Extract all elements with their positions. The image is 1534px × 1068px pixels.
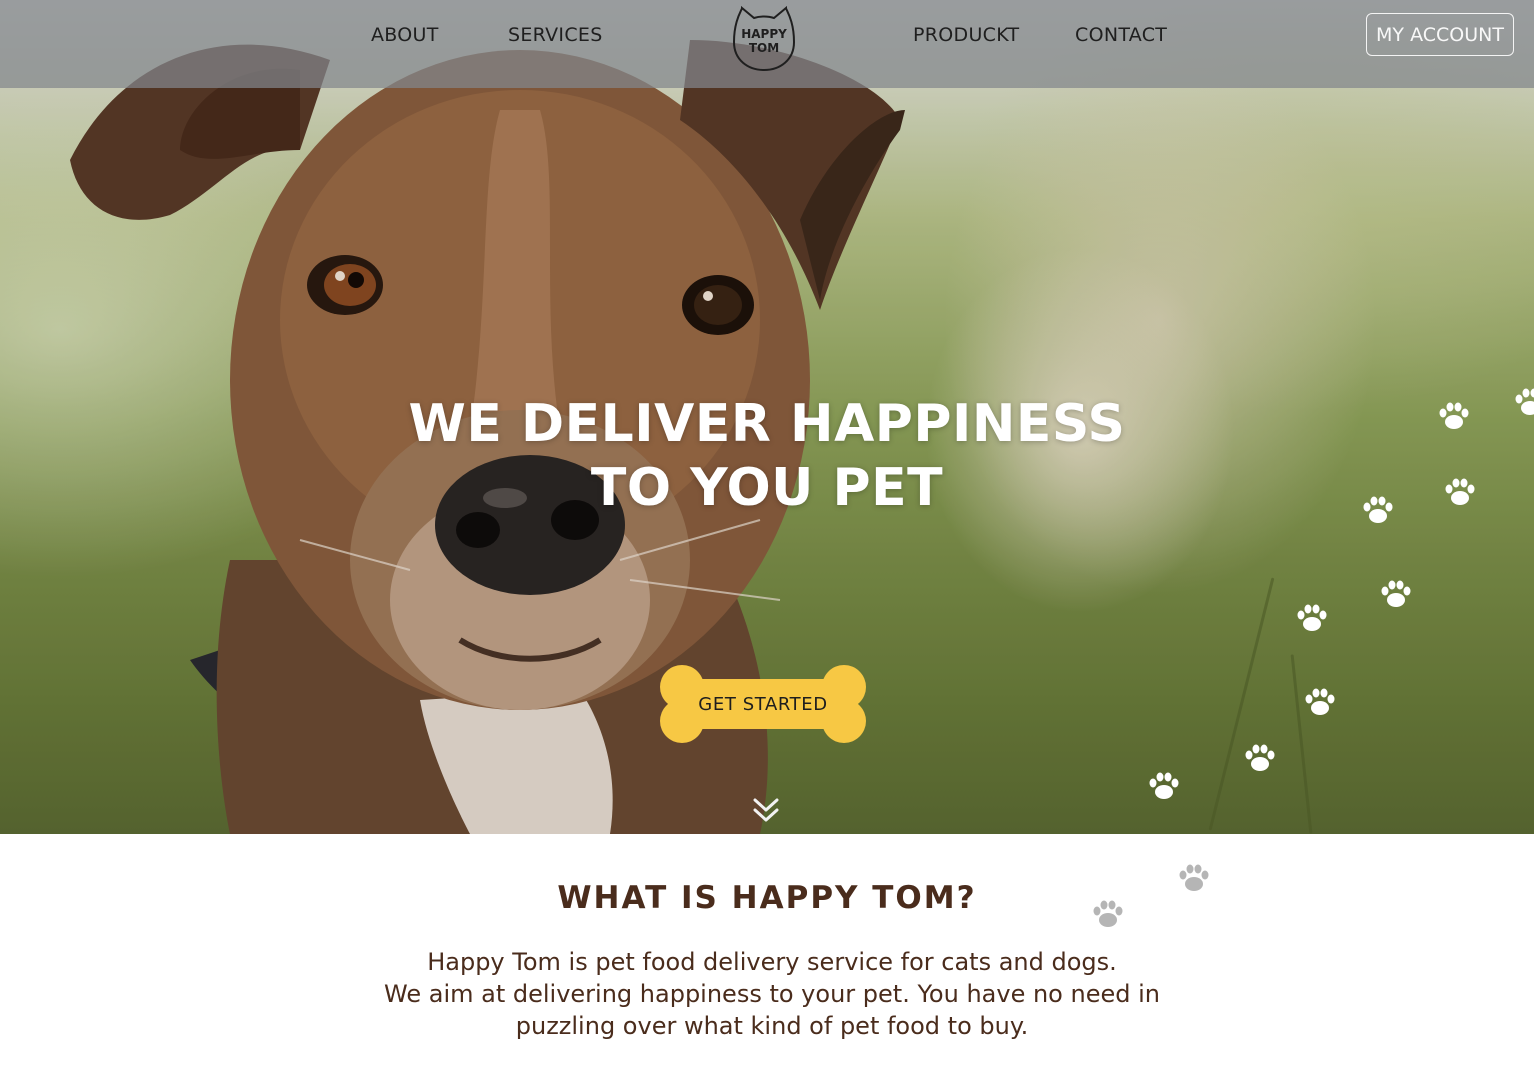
get-started-button[interactable]: GET STARTED [658, 665, 868, 743]
logo-text-happy: HAPPY [741, 27, 787, 41]
about-line: We aim at delivering happiness to your p… [384, 980, 1160, 1008]
paw-print-icon [1149, 772, 1179, 799]
about-description: Happy Tom is pet food delivery service f… [310, 946, 1234, 1042]
top-navbar: ABOUT SERVICES HAPPY TOM PRODUCKT CONTAC… [0, 0, 1534, 88]
paw-print-icon [1363, 496, 1393, 523]
hero-headline-line: TO YOU PET [590, 458, 944, 518]
happy-tom-logo[interactable]: HAPPY TOM [728, 4, 800, 72]
paw-print-icon [1515, 388, 1534, 415]
about-line: puzzling over what kind of pet food to b… [515, 1012, 1029, 1040]
paw-print-icon [1297, 604, 1327, 631]
hero-headline-line: WE DELIVER HAPPINESS [408, 394, 1126, 454]
double-chevron-down-icon[interactable] [751, 796, 781, 826]
paw-print-icon [1445, 478, 1475, 505]
paw-print-icon [1439, 402, 1469, 429]
paw-print-icon [1381, 580, 1411, 607]
logo-text-tom: TOM [748, 41, 780, 55]
my-account-button[interactable]: MY ACCOUNT [1366, 13, 1514, 56]
paw-print-icon [1305, 688, 1335, 715]
paw-print-icon [1245, 744, 1275, 771]
paw-print-icon [1179, 864, 1209, 891]
nav-link-contact[interactable]: CONTACT [1075, 24, 1167, 46]
nav-link-product[interactable]: PRODUCKT [913, 24, 1019, 46]
hero-headline: WE DELIVER HAPPINESS TO YOU PET [367, 392, 1167, 520]
about-line: Happy Tom is pet food delivery service f… [427, 948, 1117, 976]
get-started-label: GET STARTED [698, 693, 828, 715]
about-title: WHAT IS HAPPY TOM? [557, 880, 977, 916]
nav-link-services[interactable]: SERVICES [508, 24, 603, 46]
nav-link-about[interactable]: ABOUT [371, 24, 439, 46]
hero-section: WE DELIVER HAPPINESS TO YOU PET GET STAR… [0, 0, 1534, 834]
